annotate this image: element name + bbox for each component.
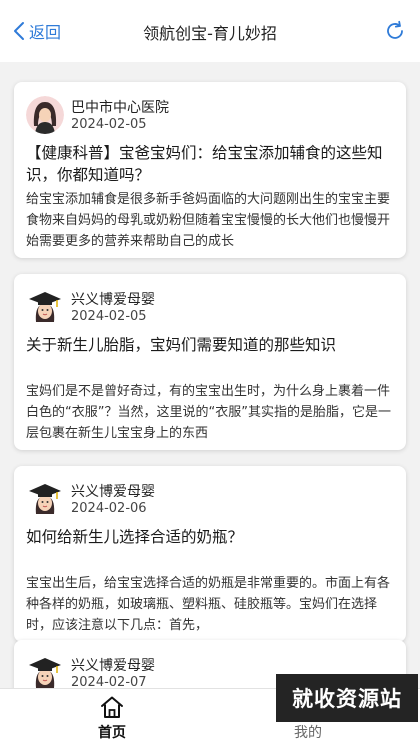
article-source: 巴中市中心医院 — [71, 100, 169, 116]
article-date: 2024-02-07 — [71, 675, 147, 688]
article-summary: 宝宝出生后，给宝宝选择合适的奶瓶是非常重要的。市面上有各种各样的奶瓶，如玻璃瓶、… — [26, 576, 391, 633]
doctor-avatar — [26, 96, 64, 134]
tab-mine-label: 我的 — [294, 725, 322, 741]
article-date: 2024-02-05 — [71, 117, 147, 132]
refresh-icon[interactable] — [384, 20, 406, 42]
article-source: 兴义博爱母婴 — [71, 658, 155, 674]
article-source: 兴义博爱母婴 — [71, 484, 155, 500]
article-card[interactable]: 兴义博爱母婴 2024-02-06 如何给新生儿选择合适的奶瓶？ 宝宝出生后，给… — [14, 466, 406, 642]
article-list[interactable]: 巴中市中心医院 2024-02-05 【健康科普】宝爸宝妈们：给宝宝添加辅食的这… — [0, 62, 420, 688]
article-title[interactable]: 关于新生儿胎脂，宝妈们需要知道的那些知识 — [26, 334, 394, 356]
page-title: 领航创宝-育儿妙招 — [143, 24, 277, 43]
article-title[interactable]: 【健康科普】宝爸宝妈们：给宝宝添加辅食的这些知识，你都知道吗？ — [26, 142, 394, 186]
article-date: 2024-02-05 — [71, 309, 147, 324]
article-title[interactable]: 如何给新生儿选择合适的奶瓶？ — [26, 526, 394, 548]
article-summary: 宝妈们是不是曾好奇过，有的宝宝出生时，为什么身上裹着一件白色的“衣服”？当然，这… — [26, 384, 391, 441]
article-source: 兴义博爱母婴 — [71, 292, 155, 308]
home-icon — [101, 696, 123, 718]
article-date: 2024-02-06 — [71, 501, 147, 516]
watermark-overlay: 就收资源站 — [276, 674, 418, 722]
article-card[interactable]: 兴义博爱母婴 2024-02-05 关于新生儿胎脂，宝妈们需要知道的那些知识 宝… — [14, 274, 406, 450]
article-summary: 给宝宝添加辅食是很多新手爸妈面临的大问题刚出生的宝宝主要食物来自妈妈的母乳或奶粉… — [26, 192, 391, 249]
tab-home-label: 首页 — [98, 725, 126, 741]
graduate-avatar — [26, 480, 64, 518]
article-card[interactable]: 巴中市中心医院 2024-02-05 【健康科普】宝爸宝妈们：给宝宝添加辅食的这… — [14, 82, 406, 258]
top-nav-bar: 返回 领航创宝-育儿妙招 — [0, 0, 420, 62]
graduate-avatar — [26, 288, 64, 326]
tab-home[interactable]: 首页 — [42, 689, 182, 747]
graduate-avatar — [26, 654, 64, 688]
